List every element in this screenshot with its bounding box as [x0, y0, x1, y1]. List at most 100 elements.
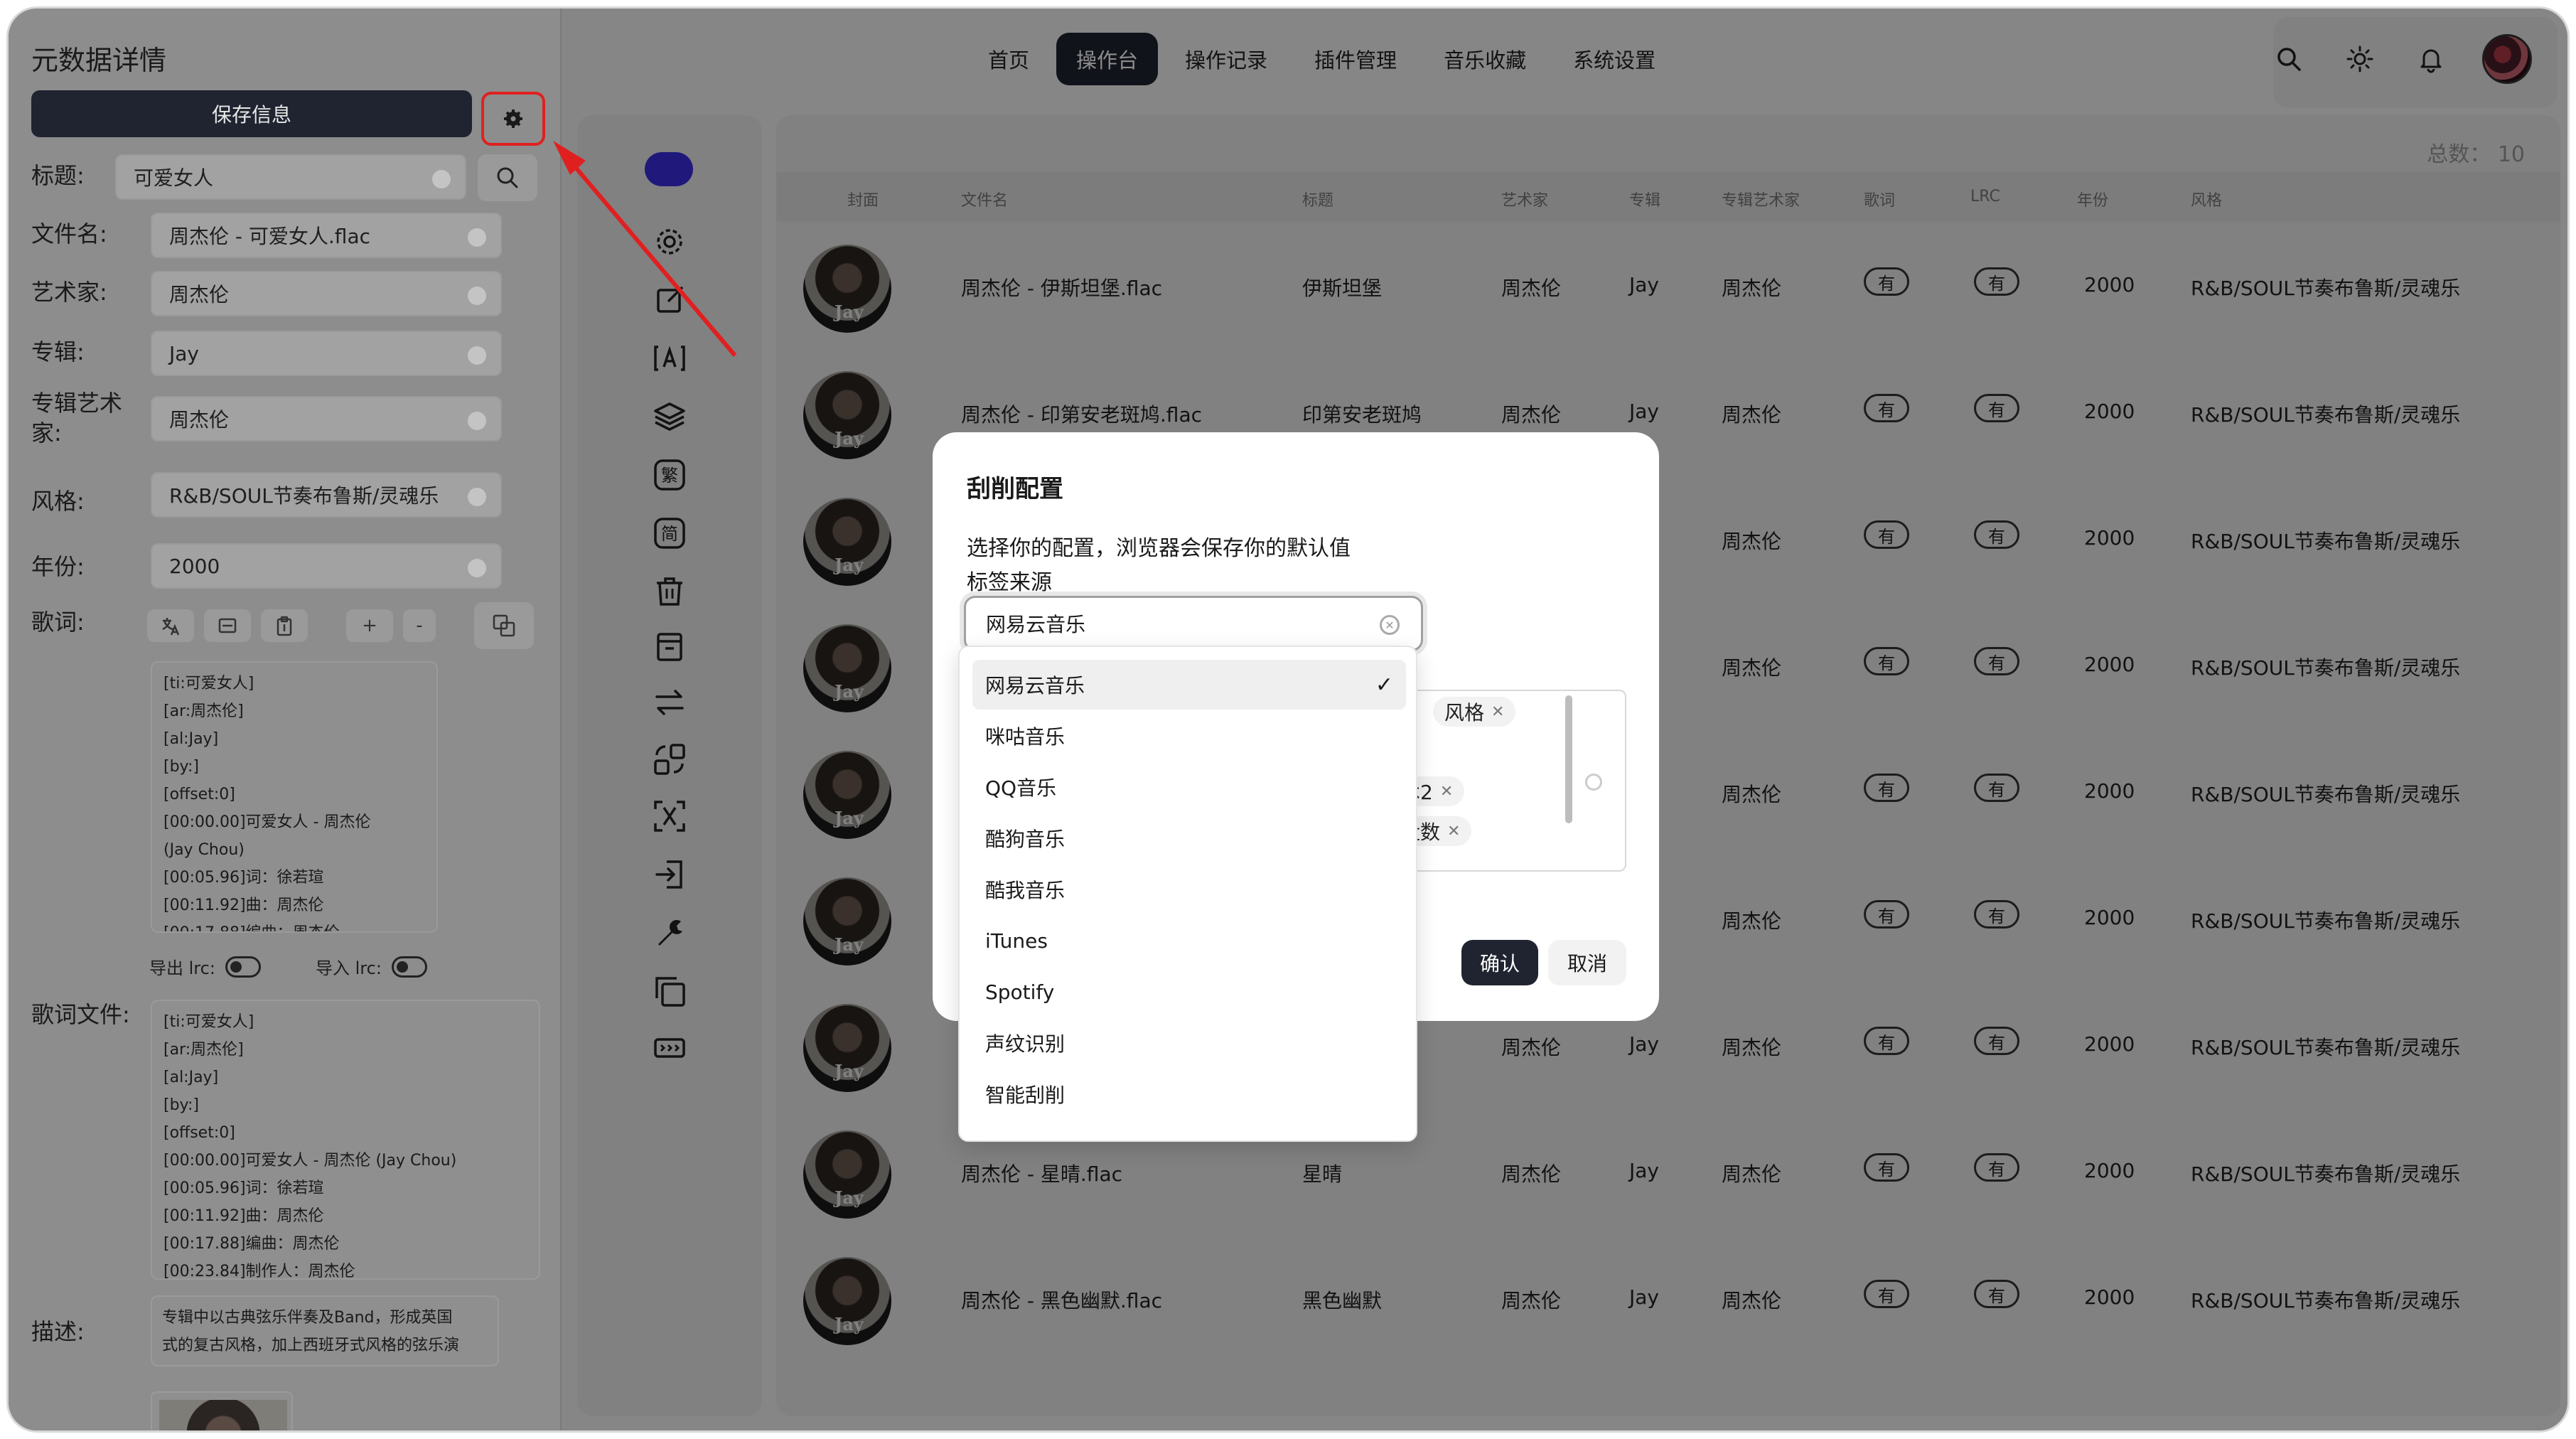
year-value: 2000 — [169, 554, 220, 578]
clear-icon[interactable] — [468, 488, 486, 506]
tag-source-dropdown: 网易云音乐 ✓ 咪咕音乐 QQ音乐 酷狗音乐 酷我音乐 iTunes Spotif… — [958, 646, 1417, 1142]
lyrics-file-textarea[interactable]: [ti:可爱女人] [ar:周杰伦] [al:Jay] [by:] [offse… — [151, 1000, 540, 1280]
option-fingerprint[interactable]: 声纹识别 — [972, 1018, 1406, 1068]
option-label: Spotify — [985, 980, 1055, 1004]
lyrics-line: [offset:0] — [163, 786, 235, 803]
filename-value: 周杰伦 - 可爱女人.flac — [169, 225, 370, 248]
album-value: Jay — [169, 341, 199, 365]
search-button[interactable] — [478, 154, 537, 201]
tag-source-select[interactable]: 网易云音乐 ✕ — [964, 596, 1423, 651]
search-icon — [497, 167, 518, 188]
tag-remove-icon[interactable]: ✕ — [1491, 703, 1504, 721]
description-line: 式的复古风格，加上西班牙式风格的弦乐演 — [162, 1337, 460, 1354]
description-textarea[interactable]: 专辑中以古典弦乐伴奏及Band，形成英国 式的复古风格，加上西班牙式风格的弦乐演 — [151, 1295, 499, 1366]
clear-icon[interactable] — [468, 228, 486, 247]
cancel-button[interactable]: 取消 — [1548, 940, 1626, 985]
lyrics-file-line: [00:17.88]编曲：周杰伦 — [163, 1235, 340, 1253]
option-label: 声纹识别 — [985, 1032, 1066, 1056]
album-artist-field[interactable]: 周杰伦 — [151, 396, 502, 442]
filename-field[interactable]: 周杰伦 - 可爱女人.flac — [151, 213, 502, 258]
plus-button[interactable]: + — [346, 609, 393, 642]
lyrics-line: (Jay Chou) — [163, 841, 245, 859]
option-kugou[interactable]: 酷狗音乐 — [972, 813, 1406, 863]
lyrics-file-line: [ti:可爱女人] — [163, 1013, 254, 1031]
lyrics-file-line: [00:23.84]制作人：周杰伦 — [163, 1263, 355, 1280]
format-icon[interactable] — [204, 609, 251, 642]
minus-button[interactable]: - — [403, 609, 436, 642]
export-lrc-row: 导出 lrc: — [149, 954, 261, 979]
lyrics-toolbar: + - — [147, 609, 436, 642]
artist-label: 艺术家: — [31, 279, 107, 306]
clear-icon[interactable] — [468, 346, 486, 365]
option-smart-scrape[interactable]: 智能刮削 — [972, 1069, 1406, 1119]
title-label: 标题: — [31, 162, 85, 189]
option-itunes[interactable]: iTunes — [972, 916, 1406, 965]
option-label: iTunes — [985, 929, 1048, 953]
metadata-drawer: 元数据详情 保存信息 标题: 可爱女人 文件名: 周杰伦 - 可爱女人.flac… — [9, 9, 562, 1430]
option-spotify[interactable]: Spotify — [972, 967, 1406, 1017]
artist-field[interactable]: 周杰伦 — [151, 271, 502, 316]
album-field[interactable]: Jay — [151, 331, 502, 376]
tag-remove-icon[interactable]: ✕ — [1447, 823, 1460, 840]
clear-icon[interactable]: ✕ — [1380, 615, 1400, 635]
option-label: 智能刮削 — [985, 1084, 1066, 1107]
app-window: 首页 操作台 操作记录 插件管理 音乐收藏 系统设置 繁 简 总数： 10 封面… — [9, 9, 2567, 1430]
confirm-button[interactable]: 确认 — [1461, 940, 1538, 985]
lyrics-line: [00:11.92]曲：周杰伦 — [163, 897, 324, 914]
export-lrc-label: 导出 lrc: — [149, 958, 215, 978]
gear-icon — [504, 109, 522, 128]
copy-translate-icon — [493, 614, 515, 637]
description-label: 描述: — [31, 1318, 85, 1345]
dialog-title: 刮削配置 — [967, 475, 1063, 503]
genre-field[interactable]: R&B/SOUL节奏布鲁斯/灵魂乐 — [151, 472, 502, 518]
option-label: 网易云音乐 — [985, 674, 1085, 697]
dialog-description: 选择你的配置，浏览器会保存你的默认值 — [967, 536, 1351, 561]
genre-value: R&B/SOUL节奏布鲁斯/灵魂乐 — [169, 484, 439, 508]
option-qq[interactable]: QQ音乐 — [972, 762, 1406, 812]
lyrics-line: [00:05.96]词：徐若瑄 — [163, 869, 324, 887]
lyrics-line: [ar:周杰伦] — [163, 702, 244, 720]
title-field[interactable]: 可爱女人 — [115, 154, 466, 200]
lyrics-copy-button[interactable] — [474, 602, 534, 649]
option-label: QQ音乐 — [985, 776, 1057, 800]
lyrics-line: [al:Jay] — [163, 730, 219, 748]
year-label: 年份: — [31, 553, 85, 580]
option-kuwo[interactable]: 酷我音乐 — [972, 865, 1406, 914]
clear-icon[interactable] — [468, 412, 486, 430]
lyrics-file-line: [al:Jay] — [163, 1069, 219, 1086]
album-artist-label-line1: 专辑艺术 — [31, 390, 123, 417]
option-netease[interactable]: 网易云音乐 ✓ — [972, 660, 1406, 710]
lyrics-file-line: [00:11.92]曲：周杰伦 — [163, 1207, 324, 1225]
clear-icon[interactable] — [468, 559, 486, 577]
clipboard-icon[interactable] — [261, 609, 308, 642]
option-label: 酷狗音乐 — [985, 828, 1066, 851]
album-artist-label: 专辑艺术 家: — [31, 388, 122, 448]
check-icon: ✓ — [1375, 673, 1393, 697]
year-field[interactable]: 2000 — [151, 543, 502, 589]
clear-icon[interactable] — [468, 287, 486, 305]
lyrics-textarea[interactable]: [ti:可爱女人] [ar:周杰伦] [al:Jay] [by:] [offse… — [151, 661, 438, 933]
album-artist-value: 周杰伦 — [169, 408, 230, 432]
cover-image — [159, 1400, 287, 1430]
drawer-title: 元数据详情 — [31, 45, 167, 76]
tag-remove-icon[interactable]: ✕ — [1440, 783, 1453, 801]
lyrics-line: [by:] — [163, 758, 199, 776]
filename-label: 文件名: — [31, 220, 107, 247]
description-line: 专辑中以古典弦乐伴奏及Band，形成英国 — [162, 1309, 453, 1327]
option-migu[interactable]: 咪咕音乐 — [972, 711, 1406, 761]
option-label: 咪咕音乐 — [985, 725, 1066, 749]
export-lrc-toggle[interactable] — [225, 956, 261, 978]
lyrics-file-line: [offset:0] — [163, 1124, 235, 1142]
lyrics-line: [00:17.88]编曲：周杰伦 — [163, 919, 425, 931]
import-lrc-toggle[interactable] — [391, 956, 427, 978]
tags-scrollbar[interactable] — [1565, 695, 1572, 823]
cover-image-preview[interactable] — [151, 1391, 293, 1430]
clear-icon[interactable] — [432, 170, 451, 188]
tag-label: 风格 — [1444, 701, 1485, 724]
scrape-settings-button[interactable] — [481, 92, 545, 146]
lyrics-file-line: [00:00.00]可爱女人 - 周杰伦 (Jay Chou) — [163, 1152, 457, 1170]
save-info-button[interactable]: 保存信息 — [31, 90, 472, 137]
clear-icon[interactable] — [1585, 774, 1602, 791]
import-lrc-label: 导入 lrc: — [316, 958, 382, 978]
translate-icon[interactable] — [147, 609, 194, 642]
